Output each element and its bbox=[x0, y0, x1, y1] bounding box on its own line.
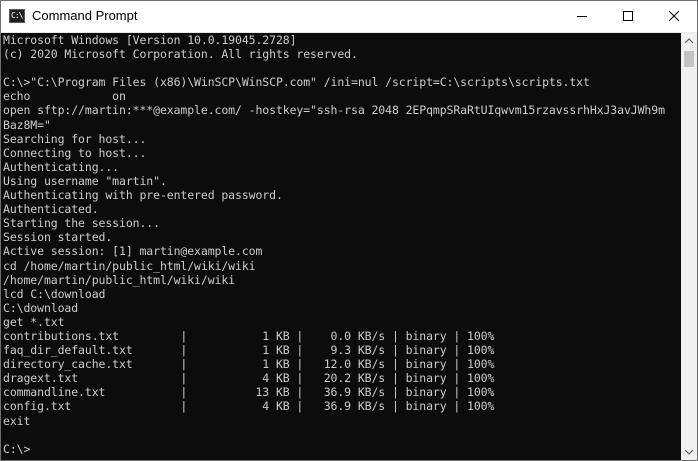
console-output: Microsoft Windows [Version 10.0.19045.27… bbox=[1, 33, 681, 456]
close-icon bbox=[669, 11, 679, 21]
console-line: commandline.txt | 13 KB | 36.9 KB/s | bi… bbox=[3, 385, 495, 400]
title-bar[interactable]: C:\ Command Prompt bbox=[1, 1, 697, 33]
scroll-thumb[interactable] bbox=[684, 51, 694, 67]
console-line: dragext.txt | 4 KB | 20.2 KB/s | binary … bbox=[3, 371, 495, 386]
scroll-up-button[interactable] bbox=[681, 33, 697, 49]
console-line: config.txt | 4 KB | 36.9 KB/s | binary |… bbox=[3, 399, 495, 414]
console-line: lcd C:\download bbox=[3, 286, 106, 301]
console-line: contributions.txt | 1 KB | 0.0 KB/s | bi… bbox=[3, 328, 495, 343]
console-line: Active session: [1] martin@example.com bbox=[3, 244, 263, 259]
console-area[interactable]: Microsoft Windows [Version 10.0.19045.27… bbox=[1, 33, 681, 460]
console-line: C:\> bbox=[3, 441, 31, 456]
console-line: Using username "martin". bbox=[3, 173, 167, 188]
console-line: Baz8M=" bbox=[3, 117, 51, 132]
close-button[interactable] bbox=[651, 1, 697, 32]
maximize-button[interactable] bbox=[605, 1, 651, 32]
command-prompt-icon: C:\ bbox=[9, 9, 25, 23]
console-line: get *.txt bbox=[3, 314, 65, 329]
console-line: Authenticating with pre-entered password… bbox=[3, 188, 283, 203]
console-line: faq_dir_default.txt | 1 KB | 9.3 KB/s | … bbox=[3, 343, 495, 358]
console-line: echo on bbox=[3, 89, 126, 104]
command-prompt-icon-glyph: C:\ bbox=[11, 11, 23, 20]
command-prompt-window: C:\ Command Prompt Microsoft Windows [Ve… bbox=[0, 0, 698, 461]
chevron-up-icon bbox=[684, 38, 694, 44]
console-line: open sftp://martin:***@example.com/ -hos… bbox=[3, 103, 665, 118]
console-line: C:\>"C:\Program Files (x86)\WinSCP\WinSC… bbox=[3, 75, 590, 90]
console-line: Authenticated. bbox=[3, 202, 99, 217]
console-line: Starting the session... bbox=[3, 216, 160, 231]
chevron-down-icon bbox=[684, 449, 694, 455]
console-line: /home/martin/public_html/wiki/wiki bbox=[3, 272, 236, 287]
console-line: directory_cache.txt | 1 KB | 12.0 KB/s |… bbox=[3, 357, 495, 372]
console-line: cd /home/martin/public_html/wiki/wiki bbox=[3, 258, 256, 273]
scroll-down-button[interactable] bbox=[681, 444, 697, 460]
console-line: Connecting to host... bbox=[3, 145, 147, 160]
minimize-button[interactable] bbox=[559, 1, 605, 32]
console-line: Authenticating... bbox=[3, 159, 120, 174]
console-line: (c) 2020 Microsoft Corporation. All righ… bbox=[3, 47, 358, 62]
window-title: Command Prompt bbox=[32, 8, 138, 23]
maximize-icon bbox=[623, 11, 633, 21]
console-line: Session started. bbox=[3, 230, 113, 245]
console-line: Searching for host... bbox=[3, 131, 147, 146]
console-line: Microsoft Windows [Version 10.0.19045.27… bbox=[3, 33, 297, 47]
vertical-scrollbar[interactable] bbox=[681, 33, 697, 460]
minimize-icon bbox=[577, 16, 587, 17]
console-line: C:\download bbox=[3, 300, 79, 315]
console-line: exit bbox=[3, 413, 31, 428]
